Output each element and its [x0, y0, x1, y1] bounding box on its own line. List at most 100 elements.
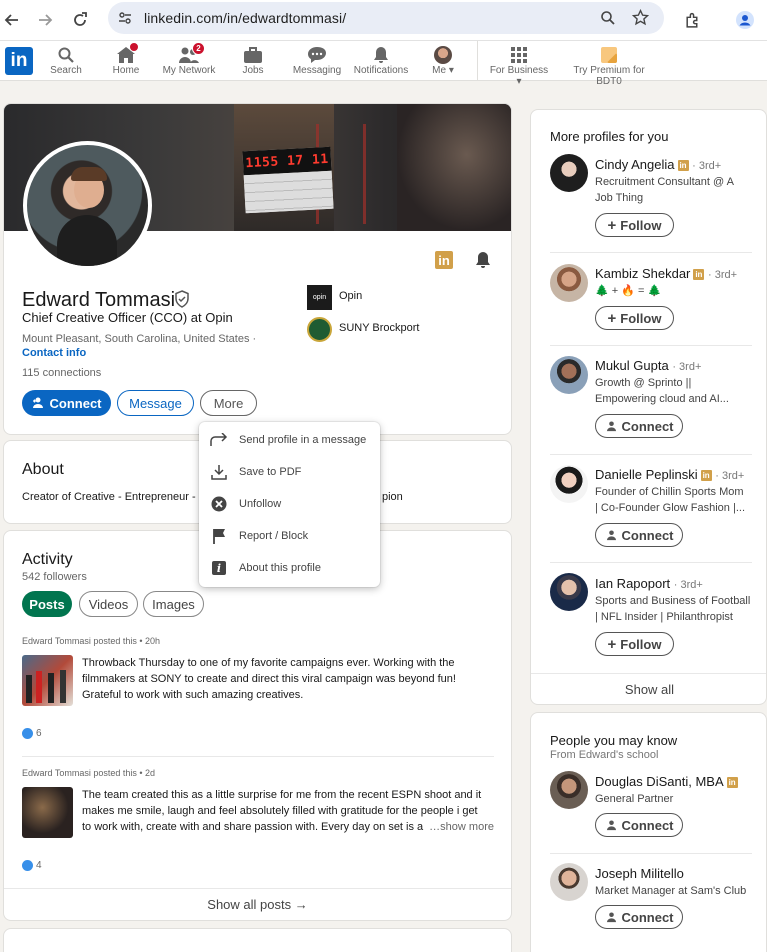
button-label: Connect	[621, 817, 674, 833]
followers-count: 542 followers	[22, 571, 87, 583]
follow-button[interactable]: + Follow	[595, 213, 674, 237]
profile-headline: Chief Creative Officer (CCO) at Opin	[22, 310, 233, 325]
menu-save-pdf[interactable]: Save to PDF	[199, 456, 379, 488]
tab-posts[interactable]: Posts	[22, 591, 72, 617]
connect-button[interactable]: Connect	[595, 414, 683, 438]
avatar[interactable]	[550, 573, 588, 611]
profile-suggestion-name[interactable]: Danielle Peplinski in · 3rd+	[595, 467, 744, 482]
post-text-line: The team created this as a little surpri…	[82, 789, 482, 801]
nav-network-label: My Network	[162, 65, 216, 76]
nav-home[interactable]: Home	[106, 42, 146, 76]
profile-suggestion-name[interactable]: Mukul Gupta · 3rd+	[595, 358, 701, 373]
show-all-link[interactable]: Show all	[531, 682, 767, 697]
profile-suggestion-name[interactable]: Cindy Angelia in · 3rd+	[595, 157, 721, 172]
button-label: Follow	[620, 310, 662, 326]
network-icon: 2	[160, 42, 218, 65]
nav-messaging[interactable]: Messaging	[291, 45, 343, 76]
person-name[interactable]: Douglas DiSanti, MBA in	[595, 774, 738, 789]
message-button[interactable]: Message	[117, 390, 194, 416]
about-title: About	[22, 461, 64, 478]
headline-line: | NFL Insider | Philanthropist	[595, 611, 733, 623]
site-settings-icon[interactable]	[117, 10, 133, 31]
avatar[interactable]	[550, 465, 588, 503]
about-text: Creator of Creative - Entrepreneur -	[22, 491, 196, 503]
add-person-icon	[32, 397, 43, 408]
nav-search[interactable]: Search	[46, 45, 86, 76]
post-text-line: to work with, create with and share pass…	[82, 821, 424, 833]
menu-report-block[interactable]: Report / Block	[199, 520, 379, 552]
avatar[interactable]	[550, 771, 588, 809]
post-reactions[interactable]: 6	[22, 728, 42, 739]
connect-button[interactable]: Connect	[595, 523, 683, 547]
connect-button[interactable]: Connect	[595, 813, 683, 837]
post-reactions[interactable]: 4	[22, 860, 42, 871]
bell-icon[interactable]	[474, 251, 492, 274]
extensions-icon[interactable]	[680, 8, 704, 32]
follow-button[interactable]: + Follow	[595, 306, 674, 330]
list-divider	[550, 454, 752, 455]
post-text[interactable]: The team created this as a little surpri…	[82, 787, 502, 835]
school-name[interactable]: SUNY Brockport	[339, 322, 420, 334]
connect-button[interactable]: Connect	[595, 905, 683, 929]
card-divider	[531, 673, 766, 674]
bookmark-star-icon[interactable]	[631, 8, 650, 31]
show-more-link[interactable]: …show more	[429, 821, 494, 833]
menu-unfollow[interactable]: Unfollow	[199, 488, 379, 520]
nav-me[interactable]: Me ▾	[425, 45, 461, 76]
degree-label: · 3rd+	[692, 160, 722, 172]
nav-jobs[interactable]: Jobs	[233, 45, 273, 76]
reload-icon[interactable]	[68, 8, 92, 32]
company-name[interactable]: Opin	[339, 290, 362, 302]
post-thumbnail[interactable]	[22, 655, 73, 706]
more-button[interactable]: More	[200, 390, 257, 416]
clapperboard: 1155 17 11	[242, 146, 334, 214]
tab-images[interactable]: Images	[143, 591, 204, 617]
profile-suggestion-name[interactable]: Kambiz Shekdar in · 3rd+	[595, 266, 737, 281]
degree-label: · 3rd+	[715, 470, 745, 482]
headline-line: | Co-Founder Glow Fashion |...	[595, 502, 745, 514]
address-bar[interactable]: linkedin.com/in/edwardtommasi/	[108, 2, 664, 34]
person-name[interactable]: Joseph Militello	[595, 866, 684, 881]
nav-notifications[interactable]: Notifications	[351, 45, 411, 76]
person-headline: Market Manager at Sam's Club	[595, 885, 747, 897]
profile-suggestion-name[interactable]: Ian Rapoport · 3rd+	[595, 576, 703, 591]
download-icon	[199, 464, 239, 480]
post-thumbnail[interactable]	[22, 787, 73, 838]
nav-my-network[interactable]: 2 My Network	[160, 42, 218, 76]
premium-badge-icon: in	[677, 160, 689, 171]
back-icon[interactable]	[0, 8, 24, 32]
avatar[interactable]	[550, 154, 588, 192]
connect-button[interactable]: Connect	[22, 390, 111, 416]
nav-divider	[477, 41, 478, 81]
menu-send-profile[interactable]: Send profile in a message	[199, 424, 379, 456]
follow-button[interactable]: + Follow	[595, 632, 674, 656]
post-text[interactable]: Throwback Thursday to one of my favorite…	[82, 655, 502, 703]
premium-linkedin-icon: in	[435, 251, 453, 269]
close-circle-icon	[199, 496, 239, 512]
profile-photo[interactable]	[23, 141, 152, 270]
connections-count[interactable]: 115 connections	[22, 367, 101, 379]
nav-premium[interactable]: Try Premium for BDT0	[561, 45, 657, 87]
person-headline: General Partner	[595, 793, 674, 805]
zoom-icon[interactable]	[600, 10, 616, 31]
caret-down-icon: ▾	[448, 65, 454, 76]
linkedin-logo[interactable]: in	[5, 47, 33, 75]
forward-icon[interactable]	[33, 8, 57, 32]
contact-info-link[interactable]: Contact info	[22, 347, 86, 359]
nav-home-label: Home	[112, 65, 140, 76]
nav-for-business[interactable]: For Business ▾	[486, 45, 552, 87]
avatar[interactable]	[550, 264, 588, 302]
list-divider	[550, 562, 752, 563]
button-label: Follow	[620, 636, 662, 652]
show-all-posts-link[interactable]: Show all posts →	[4, 897, 511, 912]
menu-about-profile[interactable]: i About this profile	[199, 552, 379, 584]
profile-card: 1155 17 11 in Edward Tommasi Chief Creat…	[3, 103, 512, 435]
avatar[interactable]	[550, 863, 588, 901]
tab-videos[interactable]: Videos	[79, 591, 138, 617]
button-label: Connect	[621, 909, 674, 925]
more-dropdown-menu: Send profile in a message Save to PDF Un…	[199, 422, 380, 587]
button-label: Connect	[621, 418, 674, 434]
menu-label: Unfollow	[239, 498, 282, 510]
avatar[interactable]	[550, 356, 588, 394]
profile-account-icon[interactable]	[733, 8, 757, 32]
